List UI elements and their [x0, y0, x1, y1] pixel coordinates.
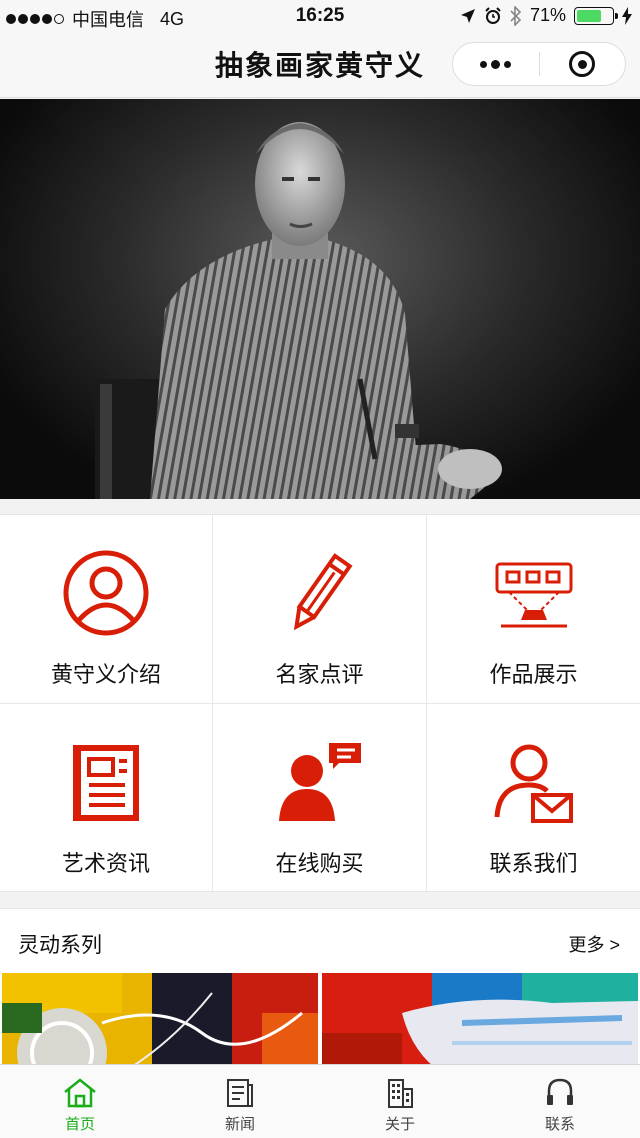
tab-about[interactable]: 关于 [320, 1065, 480, 1138]
feature-grid: 黄守义介绍 名家点评 作品展示 艺术资讯 在线购买 联系我们 [0, 514, 640, 893]
tab-home[interactable]: 首页 [0, 1065, 160, 1138]
battery-icon [574, 6, 618, 25]
artwork-thumbnail[interactable] [2, 973, 318, 1073]
location-arrow-icon [460, 8, 475, 23]
headset-icon [547, 1078, 573, 1105]
grid-item-label: 联系我们 [489, 851, 578, 876]
target-icon [569, 51, 596, 77]
person-circle-icon [58, 545, 154, 641]
mini-program-capsule [452, 42, 626, 86]
more-link[interactable]: 更多 > [568, 931, 620, 957]
tab-label: 关于 [384, 1116, 415, 1133]
pencil-icon [272, 545, 368, 641]
user-mail-icon [486, 734, 582, 830]
grid-item-reviews[interactable]: 名家点评 [213, 515, 427, 704]
bluetooth-icon [510, 5, 522, 26]
home-icon [64, 1078, 96, 1108]
grid-item-label: 黄守义介绍 [50, 662, 161, 687]
status-right: 71% [460, 5, 632, 26]
tab-label: 新闻 [224, 1116, 255, 1133]
news-icon [227, 1079, 253, 1107]
projector-icon [486, 545, 582, 641]
grid-item-label: 艺术资讯 [61, 851, 150, 876]
section-title: 灵动系列 [18, 934, 102, 957]
artwork-thumbnail[interactable] [322, 973, 638, 1073]
alarm-icon [485, 6, 501, 24]
grid-item-news[interactable]: 艺术资讯 [0, 704, 213, 893]
grid-item-intro[interactable]: 黄守义介绍 [0, 515, 213, 704]
grid-item-label: 在线购买 [275, 851, 364, 876]
more-dots-icon [480, 60, 488, 68]
hero-portrait-image [0, 99, 640, 499]
tab-label: 首页 [64, 1116, 95, 1133]
charging-icon [622, 6, 632, 25]
building-icon [388, 1079, 413, 1108]
more-menu-button[interactable] [453, 43, 539, 85]
nav-bar: 抽象画家黄守义 [0, 32, 640, 98]
close-mini-program-button[interactable] [540, 43, 626, 85]
grid-item-contact[interactable]: 联系我们 [427, 704, 640, 893]
newspaper-icon [58, 734, 154, 830]
tab-bar: 首页 新闻 关于 联系 [0, 1064, 640, 1138]
portrait-illustration [95, 122, 502, 499]
tab-news[interactable]: 新闻 [160, 1065, 320, 1138]
grid-item-works[interactable]: 作品展示 [427, 515, 640, 704]
battery-percent: 71% [529, 5, 566, 25]
grid-item-label: 名家点评 [275, 662, 364, 687]
grid-item-label: 作品展示 [489, 662, 578, 687]
user-chat-icon [272, 734, 368, 830]
status-bar: 中国电信 4G 16:25 71% [0, 0, 640, 32]
grid-item-buy[interactable]: 在线购买 [213, 704, 427, 893]
tab-contact[interactable]: 联系 [480, 1065, 640, 1138]
tab-label: 联系 [544, 1116, 575, 1133]
